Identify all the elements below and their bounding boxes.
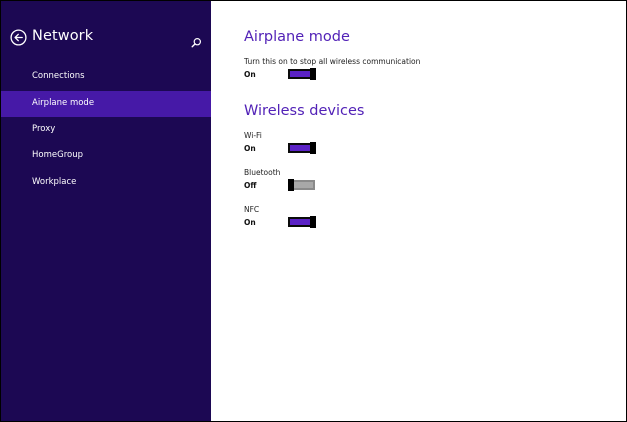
sidebar-item-label: Connections <box>32 71 85 81</box>
settings-window: Network Connections Airplane mode Proxy … <box>0 0 627 422</box>
search-button[interactable] <box>191 33 202 48</box>
nfc-toggle[interactable] <box>288 216 316 228</box>
sidebar-item-label: HomeGroup <box>32 150 83 160</box>
nfc-state: On <box>244 218 256 227</box>
sidebar-item-label: Workplace <box>32 177 77 187</box>
wifi-state: On <box>244 144 256 153</box>
sidebar-item-label: Airplane mode <box>32 98 95 108</box>
toggle-thumb <box>310 68 316 80</box>
wifi-toggle[interactable] <box>288 142 316 154</box>
page-title: Network <box>32 28 94 44</box>
airplane-mode-toggle[interactable] <box>288 68 316 80</box>
bluetooth-state: Off <box>244 181 257 190</box>
bluetooth-label: Bluetooth <box>244 168 281 177</box>
sidebar-item-proxy[interactable]: Proxy <box>1 117 211 143</box>
wifi-label: Wi-Fi <box>244 131 262 140</box>
sidebar-item-homegroup[interactable]: HomeGroup <box>1 143 211 169</box>
nfc-label: NFC <box>244 205 260 214</box>
airplane-mode-heading: Airplane mode <box>244 29 350 45</box>
sidebar-item-connections[interactable]: Connections <box>1 64 211 90</box>
main-content: Airplane mode Turn this on to stop all w… <box>211 1 626 421</box>
toggle-thumb <box>288 179 294 191</box>
airplane-mode-description: Turn this on to stop all wireless commun… <box>244 57 421 66</box>
arrow-left-circle-icon <box>10 29 27 46</box>
airplane-mode-state: On <box>244 70 256 79</box>
sidebar-item-label: Proxy <box>32 124 56 134</box>
wireless-devices-heading: Wireless devices <box>244 103 365 119</box>
sidebar-item-workplace[interactable]: Workplace <box>1 170 211 196</box>
sidebar: Network Connections Airplane mode Proxy … <box>1 1 211 421</box>
toggle-thumb <box>310 216 316 228</box>
sidebar-item-airplane-mode[interactable]: Airplane mode <box>1 91 211 117</box>
toggle-thumb <box>310 142 316 154</box>
search-icon <box>191 37 202 48</box>
bluetooth-toggle[interactable] <box>288 179 315 191</box>
back-button[interactable] <box>10 29 27 46</box>
